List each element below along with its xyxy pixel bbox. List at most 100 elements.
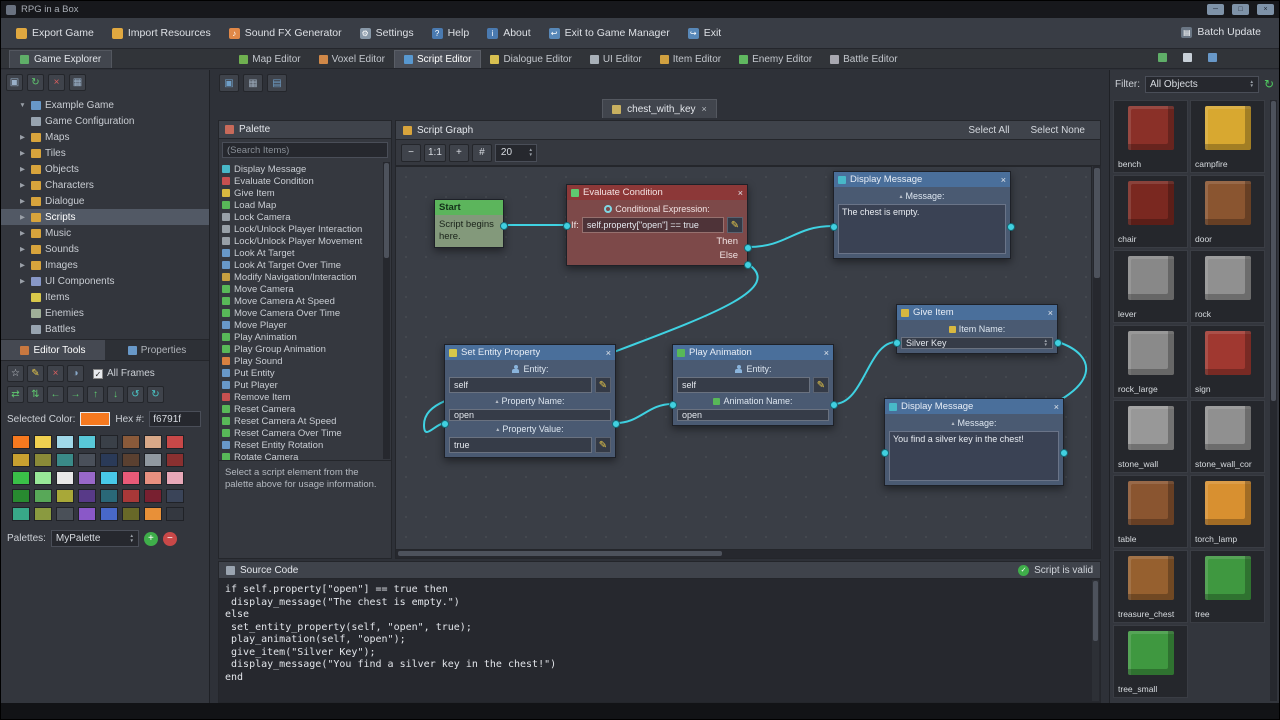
- graph-vertical-scrollbar[interactable]: [1093, 166, 1101, 550]
- property-name-field[interactable]: open: [449, 409, 611, 421]
- color-swatch[interactable]: [12, 507, 30, 521]
- close-button[interactable]: ×: [1257, 4, 1274, 15]
- paint-tool-button[interactable]: ☆: [7, 365, 24, 382]
- palette-item[interactable]: Evaluate Condition: [222, 175, 381, 187]
- color-swatch[interactable]: [56, 453, 74, 467]
- transform-tool-button[interactable]: ⇅: [27, 386, 44, 403]
- editor-tab[interactable]: Item Editor: [651, 50, 730, 68]
- palette-item[interactable]: Play Sound: [222, 355, 381, 367]
- asset-tile[interactable]: stone_wall: [1113, 400, 1188, 473]
- transform-tool-button[interactable]: ↑: [87, 386, 104, 403]
- node-close-button[interactable]: ×: [1048, 308, 1053, 318]
- editor-tab[interactable]: Dialogue Editor: [481, 50, 580, 68]
- color-swatch[interactable]: [100, 435, 118, 449]
- maximize-button[interactable]: □: [1232, 4, 1249, 15]
- asset-tile[interactable]: rock: [1190, 250, 1265, 323]
- editor-tab[interactable]: Script Editor: [394, 50, 481, 68]
- tiles-panel-icon[interactable]: [1158, 53, 1167, 62]
- edit-entity-button[interactable]: ✎: [813, 377, 829, 393]
- color-swatch[interactable]: [122, 435, 140, 449]
- paint-tool-button[interactable]: ✎: [27, 365, 44, 382]
- paint-tool-button[interactable]: ×: [47, 365, 64, 382]
- batch-update-button[interactable]: ▤ Batch Update: [1173, 22, 1269, 42]
- color-swatch[interactable]: [166, 471, 184, 485]
- node-display-message-key[interactable]: Display Message × ▴ Message: You find a …: [884, 398, 1064, 486]
- color-swatch[interactable]: [78, 507, 96, 521]
- scrollbar-thumb[interactable]: [1093, 581, 1098, 641]
- node-play-animation[interactable]: Play Animation × Entity: self: [672, 344, 834, 426]
- tree-toolbar-button[interactable]: ▣: [6, 74, 23, 91]
- tree-item[interactable]: Battles: [1, 321, 209, 336]
- asset-tile[interactable]: campfire: [1190, 100, 1265, 173]
- tree-item[interactable]: ▶ Music: [1, 225, 209, 241]
- color-swatch[interactable]: [166, 435, 184, 449]
- node-close-button[interactable]: ×: [824, 348, 829, 358]
- menu-item[interactable]: ⚙ Settings: [352, 23, 422, 43]
- color-swatch[interactable]: [34, 435, 52, 449]
- menu-item[interactable]: ↩ Exit to Game Manager: [541, 23, 678, 43]
- grid-size-spinner[interactable]: 20 ▲▼: [495, 144, 537, 162]
- node-set-entity-property[interactable]: Set Entity Property × Entity:: [444, 344, 616, 458]
- palette-item[interactable]: Play Animation: [222, 331, 381, 343]
- color-swatch[interactable]: [100, 471, 118, 485]
- menu-item[interactable]: Import Resources: [104, 23, 219, 43]
- script-toolbar-button[interactable]: ▦: [243, 74, 263, 92]
- color-swatch[interactable]: [56, 435, 74, 449]
- color-swatch[interactable]: [12, 489, 30, 503]
- select-none-button[interactable]: Select None: [1023, 123, 1093, 138]
- palette-item[interactable]: Look At Target: [222, 247, 381, 259]
- color-swatch[interactable]: [166, 489, 184, 503]
- graph-horizontal-scrollbar[interactable]: [395, 550, 1101, 559]
- color-swatch[interactable]: [144, 471, 162, 485]
- entity-field[interactable]: self: [449, 377, 592, 393]
- tab-properties[interactable]: Properties: [105, 340, 209, 360]
- asset-tile[interactable]: treasure_chest: [1113, 550, 1188, 623]
- palette-item[interactable]: Move Camera Over Time: [222, 307, 381, 319]
- palette-item[interactable]: Lock/Unlock Player Movement: [222, 235, 381, 247]
- input-port[interactable]: [441, 420, 449, 428]
- tree-item[interactable]: ▶ UI Components: [1, 273, 209, 289]
- asset-tile[interactable]: stone_wall_cor: [1190, 400, 1265, 473]
- tree-item[interactable]: Items: [1, 289, 209, 305]
- color-swatch[interactable]: [100, 489, 118, 503]
- asset-tile[interactable]: lever: [1113, 250, 1188, 323]
- script-toolbar-button[interactable]: ▤: [267, 74, 287, 92]
- input-port[interactable]: [830, 223, 838, 231]
- palette-item[interactable]: Display Message: [222, 163, 381, 175]
- palette-item[interactable]: Modify Navigation/Interaction: [222, 271, 381, 283]
- zoom-in-button[interactable]: +: [449, 144, 469, 162]
- tree-item[interactable]: ▼ Example Game: [1, 97, 209, 113]
- asset-tile[interactable]: table: [1113, 475, 1188, 548]
- palette-item[interactable]: Lock Camera: [222, 211, 381, 223]
- scrollbar-thumb[interactable]: [384, 163, 389, 258]
- node-close-button[interactable]: ×: [738, 188, 743, 198]
- editor-tab[interactable]: Battle Editor: [821, 50, 906, 68]
- output-port[interactable]: [612, 420, 620, 428]
- all-frames-checkbox[interactable]: ✓ All Frames: [93, 368, 155, 379]
- edit-value-button[interactable]: ✎: [595, 437, 611, 453]
- grid-snap-button[interactable]: #: [472, 144, 492, 162]
- source-scrollbar[interactable]: [1092, 580, 1099, 701]
- tree-item[interactable]: ▶ Maps: [1, 129, 209, 145]
- tree-item[interactable]: ▶ Objects: [1, 161, 209, 177]
- scrollbar-thumb[interactable]: [398, 551, 722, 556]
- palette-item[interactable]: Rotate Camera: [222, 451, 381, 461]
- objects-panel-icon[interactable]: [1183, 53, 1192, 62]
- editor-tab[interactable]: UI Editor: [581, 50, 651, 68]
- color-swatch[interactable]: [122, 453, 140, 467]
- remove-palette-button[interactable]: −: [163, 532, 177, 546]
- edit-entity-button[interactable]: ✎: [595, 377, 611, 393]
- palette-item[interactable]: Move Player: [222, 319, 381, 331]
- item-name-select[interactable]: Silver Key ▲▼: [901, 337, 1053, 349]
- else-output-port[interactable]: [744, 261, 752, 269]
- palette-list-scrollbar[interactable]: [383, 162, 390, 459]
- script-tab-chest-with-key[interactable]: chest_with_key ×: [602, 99, 717, 118]
- palette-item[interactable]: Reset Camera At Speed: [222, 415, 381, 427]
- node-close-button[interactable]: ×: [606, 348, 611, 358]
- input-port[interactable]: [881, 449, 889, 457]
- color-swatch[interactable]: [122, 507, 140, 521]
- assets-scrollbar[interactable]: [1270, 100, 1277, 701]
- spinner-arrows-icon[interactable]: ▲▼: [528, 148, 532, 157]
- scrollbar-thumb[interactable]: [1094, 168, 1100, 278]
- color-swatch[interactable]: [56, 507, 74, 521]
